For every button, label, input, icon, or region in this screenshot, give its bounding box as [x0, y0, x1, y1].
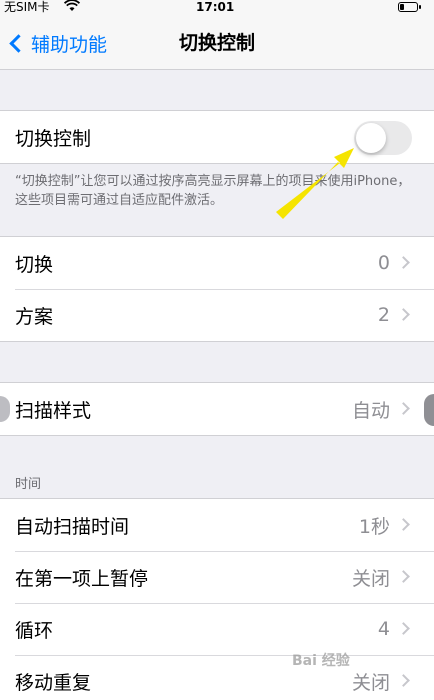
chevron-right-icon — [397, 570, 410, 583]
list-item-loops[interactable]: 循环 4 — [0, 603, 434, 655]
list-item-switches[interactable]: 切换 0 — [0, 237, 434, 289]
row-label: 扫描样式 — [15, 399, 92, 422]
switches-group: 切换 0 方案 2 — [0, 236, 434, 342]
carrier-label: 无SIM卡 — [4, 0, 50, 14]
row-value: 关闭 — [351, 671, 390, 694]
switch-control-group: 切换控制 — [0, 110, 434, 164]
navigation-bar: 辅助功能 切换控制 — [0, 16, 434, 70]
row-value: 自动 — [351, 399, 390, 422]
scanning-style-group: 扫描样式 自动 — [0, 382, 434, 436]
chevron-right-icon — [397, 518, 410, 531]
chevron-right-icon — [397, 674, 410, 687]
switch-control-footnote: “切换控制”让您可以通过按序高亮显示屏幕上的项目来使用iPhone，这些项目需可… — [15, 174, 411, 208]
battery-icon — [398, 2, 421, 12]
row-label: 自动扫描时间 — [15, 515, 130, 538]
chevron-right-icon — [397, 402, 410, 415]
list-item-recipes[interactable]: 方案 2 — [0, 289, 434, 341]
toggle-knob — [356, 123, 386, 153]
status-time: 17:01 — [196, 0, 235, 14]
chevron-right-icon — [397, 622, 410, 635]
row-value: 1秒 — [358, 515, 390, 538]
row-value: 2 — [377, 304, 390, 326]
row-label: 在第一项上暂停 — [15, 567, 149, 590]
list-item-pause-on-first-item[interactable]: 在第一项上暂停 关闭 — [0, 551, 434, 603]
timing-group: 自动扫描时间 1秒 在第一项上暂停 关闭 循环 4 移动重复 关闭 — [0, 498, 434, 700]
list-item-move-repeat[interactable]: 移动重复 关闭 — [0, 655, 434, 700]
assistive-touch-button[interactable] — [424, 394, 434, 426]
row-label: 方案 — [15, 305, 54, 328]
row-value: 4 — [377, 618, 390, 640]
switch-control-label: 切换控制 — [15, 127, 92, 150]
row-label: 循环 — [15, 619, 54, 642]
status-bar: 无SIM卡 17:01 — [0, 0, 434, 16]
list-item-scanning-style[interactable]: 扫描样式 自动 — [0, 383, 434, 435]
switch-control-row: 切换控制 — [0, 111, 434, 163]
row-value: 关闭 — [351, 567, 390, 590]
switch-control-toggle[interactable] — [354, 121, 412, 155]
list-item-auto-scan-time[interactable]: 自动扫描时间 1秒 — [0, 499, 434, 551]
wifi-icon — [63, 0, 81, 16]
section-header-timing: 时间 — [15, 477, 42, 492]
row-value: 0 — [377, 252, 390, 274]
row-label: 移动重复 — [15, 671, 92, 694]
row-label: 切换 — [15, 253, 54, 276]
page-title: 切换控制 — [178, 32, 255, 54]
watermark: Bai 经验 — [292, 653, 350, 669]
chevron-right-icon — [397, 256, 410, 269]
chevron-right-icon — [397, 308, 410, 321]
